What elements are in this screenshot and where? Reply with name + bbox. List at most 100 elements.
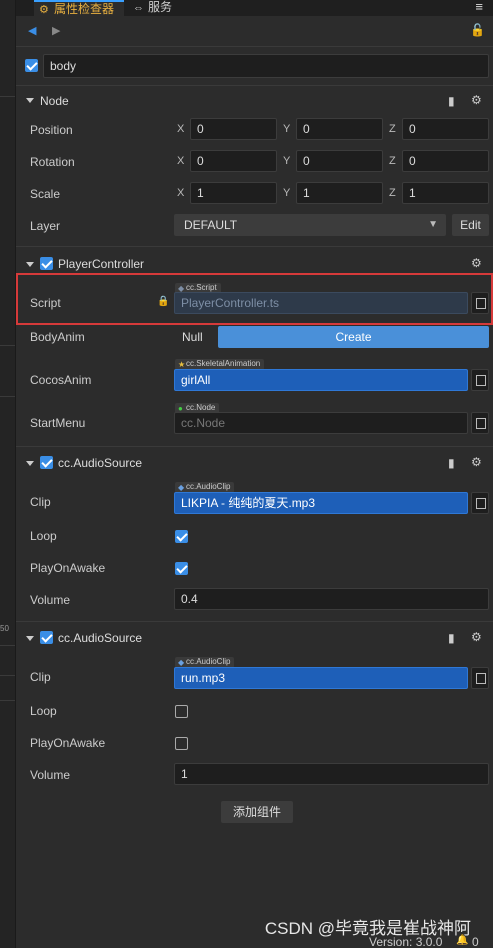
chevron-down-icon: ▼ [428,219,438,230]
watermark: CSDN @毕竟我是崔战神阿 [264,919,471,938]
left-panel-value: 50 [0,624,9,633]
rotation-x-input[interactable]: 0 [190,150,277,172]
asset-type-label: cc.Node [186,403,216,412]
settings-gear-icon[interactable]: ⚙ [471,455,482,469]
playonawake-label: PlayOnAwake [30,736,106,750]
axis-x-label: X [177,155,185,167]
position-label: Position [30,123,73,137]
asset-type-label: cc.AudioClip [186,482,231,491]
help-book-icon[interactable]: ▮ [448,631,455,645]
collapse-arrow-icon[interactable] [26,461,34,466]
loop-label: Loop [30,704,57,718]
lock-icon: 🔒 [157,296,170,307]
divider [16,446,493,447]
locate-asset-icon[interactable] [471,292,489,314]
component-enabled-checkbox[interactable] [40,631,53,644]
section-audiosource-title: cc.AudioSource [58,631,143,645]
divider [0,396,15,397]
divider [0,645,15,646]
back-arrow-icon[interactable]: ◀ [28,24,36,37]
axis-z-label: Z [389,155,396,167]
asset-type-label: cc.SkeletalAnimation [186,359,261,368]
layer-edit-button[interactable]: Edit [452,214,489,236]
cocosanim-field[interactable]: girlAll [174,369,468,391]
tab-service[interactable]: ⇔ 服务 [128,0,178,16]
history-nav: ◀ ▶ 🔓 [16,22,493,42]
section-audiosource-title: cc.AudioSource [58,456,143,470]
create-button[interactable]: Create [218,326,489,348]
left-panel-edge: 50 [0,0,16,948]
divider [16,85,493,86]
help-book-icon[interactable]: ▮ [448,456,455,470]
component-enabled-checkbox[interactable] [40,257,53,270]
playonawake-checkbox[interactable] [175,562,188,575]
axis-z-label: Z [389,187,396,199]
asset-type-label: cc.AudioClip [186,657,231,666]
cocosanim-label: CocosAnim [30,373,92,387]
lock-icon[interactable]: 🔓 [470,23,485,37]
loop-checkbox[interactable] [175,530,188,543]
clip-label: Clip [30,670,51,684]
component-enabled-checkbox[interactable] [40,456,53,469]
playonawake-checkbox[interactable] [175,737,188,750]
collapse-arrow-icon[interactable] [26,262,34,267]
script-label: Script [30,296,61,310]
axis-z-label: Z [389,123,396,135]
settings-gear-icon[interactable]: ⚙ [471,256,482,270]
section-playercontroller-title: PlayerController [58,257,145,271]
divider [0,700,15,701]
position-x-input[interactable]: 0 [190,118,277,140]
playonawake-label: PlayOnAwake [30,561,106,575]
axis-y-label: Y [283,155,291,167]
position-y-input[interactable]: 0 [296,118,383,140]
tab-bar: ⚙ 属性检查器 ⇔ 服务 ≡ [16,0,493,16]
divider [0,345,15,346]
divider [0,96,15,97]
scale-z-input[interactable]: 1 [402,182,489,204]
clip-field[interactable]: run.mp3 [174,667,468,689]
position-z-input[interactable]: 0 [402,118,489,140]
add-component-button[interactable]: 添加组件 [221,801,293,823]
scale-x-input[interactable]: 1 [190,182,277,204]
loop-checkbox[interactable] [175,705,188,718]
script-field: PlayerController.ts [174,292,468,314]
volume-input[interactable]: 0.4 [174,588,489,610]
panel-menu-icon[interactable]: ≡ [475,0,483,14]
layer-select[interactable]: DEFAULT ▼ [174,214,446,236]
link-icon: ⇔ [133,2,144,14]
help-book-icon[interactable]: ▮ [448,94,455,108]
locate-asset-icon[interactable] [471,369,489,391]
tab-service-label: 服务 [148,0,173,14]
collapse-arrow-icon[interactable] [26,98,34,103]
section-node-title: Node [40,94,69,108]
tab-inspector[interactable]: ⚙ 属性检查器 [34,0,124,16]
clip-field[interactable]: LIKPIA - 纯纯的夏天.mp3 [174,492,468,514]
volume-input[interactable]: 1 [174,763,489,785]
node-name-input[interactable]: body [43,54,489,78]
forward-arrow-icon[interactable]: ▶ [52,24,60,37]
locate-asset-icon[interactable] [471,667,489,689]
divider [16,621,493,622]
axis-x-label: X [177,187,185,199]
bodyanim-null-value: Null [182,330,203,344]
layer-select-value: DEFAULT [184,218,238,232]
locate-asset-icon[interactable] [471,492,489,514]
divider [0,675,15,676]
bodyanim-label: BodyAnim [30,330,85,344]
divider [16,46,493,47]
axis-y-label: Y [283,123,291,135]
rotation-y-input[interactable]: 0 [296,150,383,172]
gear-icon: ⚙ [39,4,49,16]
rotation-label: Rotation [30,155,75,169]
layer-label: Layer [30,219,61,233]
scale-y-input[interactable]: 1 [296,182,383,204]
settings-gear-icon[interactable]: ⚙ [471,630,482,644]
collapse-arrow-icon[interactable] [26,636,34,641]
settings-gear-icon[interactable]: ⚙ [471,93,482,107]
startmenu-field[interactable]: cc.Node [174,412,468,434]
node-active-checkbox[interactable] [25,59,38,72]
rotation-z-input[interactable]: 0 [402,150,489,172]
axis-y-label: Y [283,187,291,199]
locate-asset-icon[interactable] [471,412,489,434]
asset-type-label: cc.Script [186,283,217,292]
